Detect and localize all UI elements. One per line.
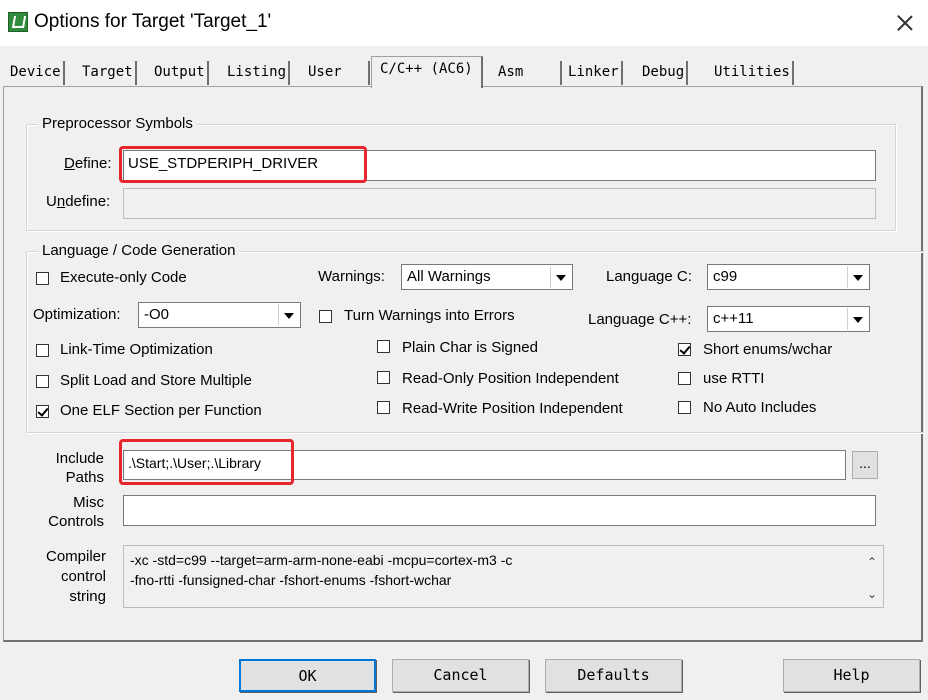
language-c-value: c99 — [713, 268, 738, 285]
defaults-button[interactable]: Defaults — [545, 659, 682, 692]
turn-warnings-label: Turn Warnings into Errors — [344, 307, 515, 324]
link-time-checkbox[interactable] — [36, 344, 49, 357]
compiler-scrollbar[interactable]: ⌃ ⌄ — [863, 546, 883, 607]
ok-button[interactable]: OK — [239, 659, 376, 692]
chevron-down-icon — [278, 304, 299, 326]
chevron-up-icon[interactable]: ⌃ — [867, 552, 877, 572]
short-enums-checkbox[interactable] — [678, 343, 691, 356]
chevron-down-icon[interactable]: ⌄ — [867, 584, 877, 604]
include-label-line2: Paths — [65, 469, 104, 486]
no-auto-includes-checkbox[interactable] — [678, 401, 691, 414]
compiler-line-2: -fno-rtti -funsigned-char -fshort-enums … — [130, 572, 452, 588]
optimization-value: -O0 — [144, 306, 170, 323]
close-icon[interactable] — [890, 8, 920, 38]
tab-output[interactable]: Output — [152, 61, 209, 85]
tab-c-cpp-ac6[interactable]: C/C++ (AC6) — [371, 56, 483, 88]
compiler-label-line2: control — [60, 568, 106, 585]
compiler-label-line1: Compiler — [45, 548, 106, 565]
turn-warnings-checkbox[interactable] — [319, 310, 332, 323]
preprocessor-group-title: Preprocessor Symbols — [38, 115, 197, 132]
include-paths-highlight — [119, 439, 294, 485]
include-label-line1: Include — [55, 450, 104, 467]
short-enums-label: Short enums/wchar — [703, 341, 833, 358]
title-bar: Options for Target 'Target_1' — [0, 0, 928, 46]
tab-debug[interactable]: Debug — [640, 61, 689, 85]
misc-controls-input[interactable] — [123, 495, 876, 526]
warnings-select[interactable]: All Warnings — [401, 264, 573, 290]
no-auto-includes-label: No Auto Includes — [703, 399, 817, 416]
tab-device[interactable]: Device — [8, 61, 65, 85]
tab-asm[interactable]: Asm — [496, 61, 562, 85]
execute-only-label: Execute-only Code — [60, 269, 187, 286]
link-time-label: Link-Time Optimization — [60, 341, 213, 358]
split-load-label: Split Load and Store Multiple — [60, 372, 252, 389]
language-c-label: Language C: — [606, 268, 692, 285]
language-cpp-select[interactable]: c++11 — [707, 306, 870, 332]
rw-pi-label: Read-Write Position Independent — [402, 400, 623, 417]
misc-controls-label: Misc Controls — [46, 493, 104, 531]
tab-target[interactable]: Target — [80, 61, 137, 85]
execute-only-checkbox[interactable] — [36, 272, 49, 285]
language-c-select[interactable]: c99 — [707, 264, 870, 290]
use-rtti-checkbox[interactable] — [678, 372, 691, 385]
include-paths-label: Include Paths — [52, 449, 104, 487]
optimization-label: Optimization: — [33, 306, 121, 323]
language-cpp-label: Language C++: — [588, 311, 692, 328]
chevron-down-icon — [847, 266, 868, 288]
cancel-button[interactable]: Cancel — [392, 659, 529, 692]
compiler-control-label: Compiler control string — [38, 547, 106, 607]
tab-listing[interactable]: Listing — [225, 61, 291, 85]
help-button[interactable]: Help — [783, 659, 920, 692]
misc-label-line2: Controls — [48, 513, 104, 530]
undefine-label: Undefine: — [46, 193, 111, 210]
define-label: Define: — [64, 155, 112, 172]
tab-user[interactable]: User — [306, 61, 370, 85]
ro-pi-checkbox[interactable] — [377, 371, 390, 384]
compiler-line-1: -xc -std=c99 --target=arm-arm-none-eabi … — [130, 552, 513, 568]
warnings-label: Warnings: — [318, 268, 385, 285]
window-title: Options for Target 'Target_1' — [34, 11, 272, 32]
undefine-input[interactable] — [123, 188, 876, 219]
language-group-title: Language / Code Generation — [38, 242, 240, 259]
include-paths-browse-button[interactable]: ... — [852, 451, 878, 479]
optimization-select[interactable]: -O0 — [138, 302, 301, 328]
misc-label-line1: Misc — [73, 494, 104, 511]
language-cpp-value: c++11 — [713, 310, 754, 327]
tab-strip: Device Target Output Listing User C/C++ … — [0, 54, 928, 88]
compiler-control-string: -xc -std=c99 --target=arm-arm-none-eabi … — [123, 545, 884, 608]
define-highlight — [119, 146, 367, 183]
use-rtti-label: use RTTI — [703, 370, 765, 387]
tab-linker[interactable]: Linker — [566, 61, 623, 85]
keil-app-icon — [8, 12, 28, 32]
one-elf-checkbox[interactable] — [36, 405, 49, 418]
rw-pi-checkbox[interactable] — [377, 401, 390, 414]
plain-char-checkbox[interactable] — [377, 340, 390, 353]
define-label-text: efine: — [74, 155, 112, 172]
chevron-down-icon — [847, 308, 868, 330]
chevron-down-icon — [550, 266, 571, 288]
tab-utilities[interactable]: Utilities — [712, 61, 794, 85]
ro-pi-label: Read-Only Position Independent — [402, 370, 619, 387]
compiler-label-line3: string — [69, 588, 106, 605]
plain-char-label: Plain Char is Signed — [402, 339, 538, 356]
warnings-value: All Warnings — [407, 268, 491, 285]
split-load-checkbox[interactable] — [36, 375, 49, 388]
one-elf-label: One ELF Section per Function — [60, 402, 262, 419]
